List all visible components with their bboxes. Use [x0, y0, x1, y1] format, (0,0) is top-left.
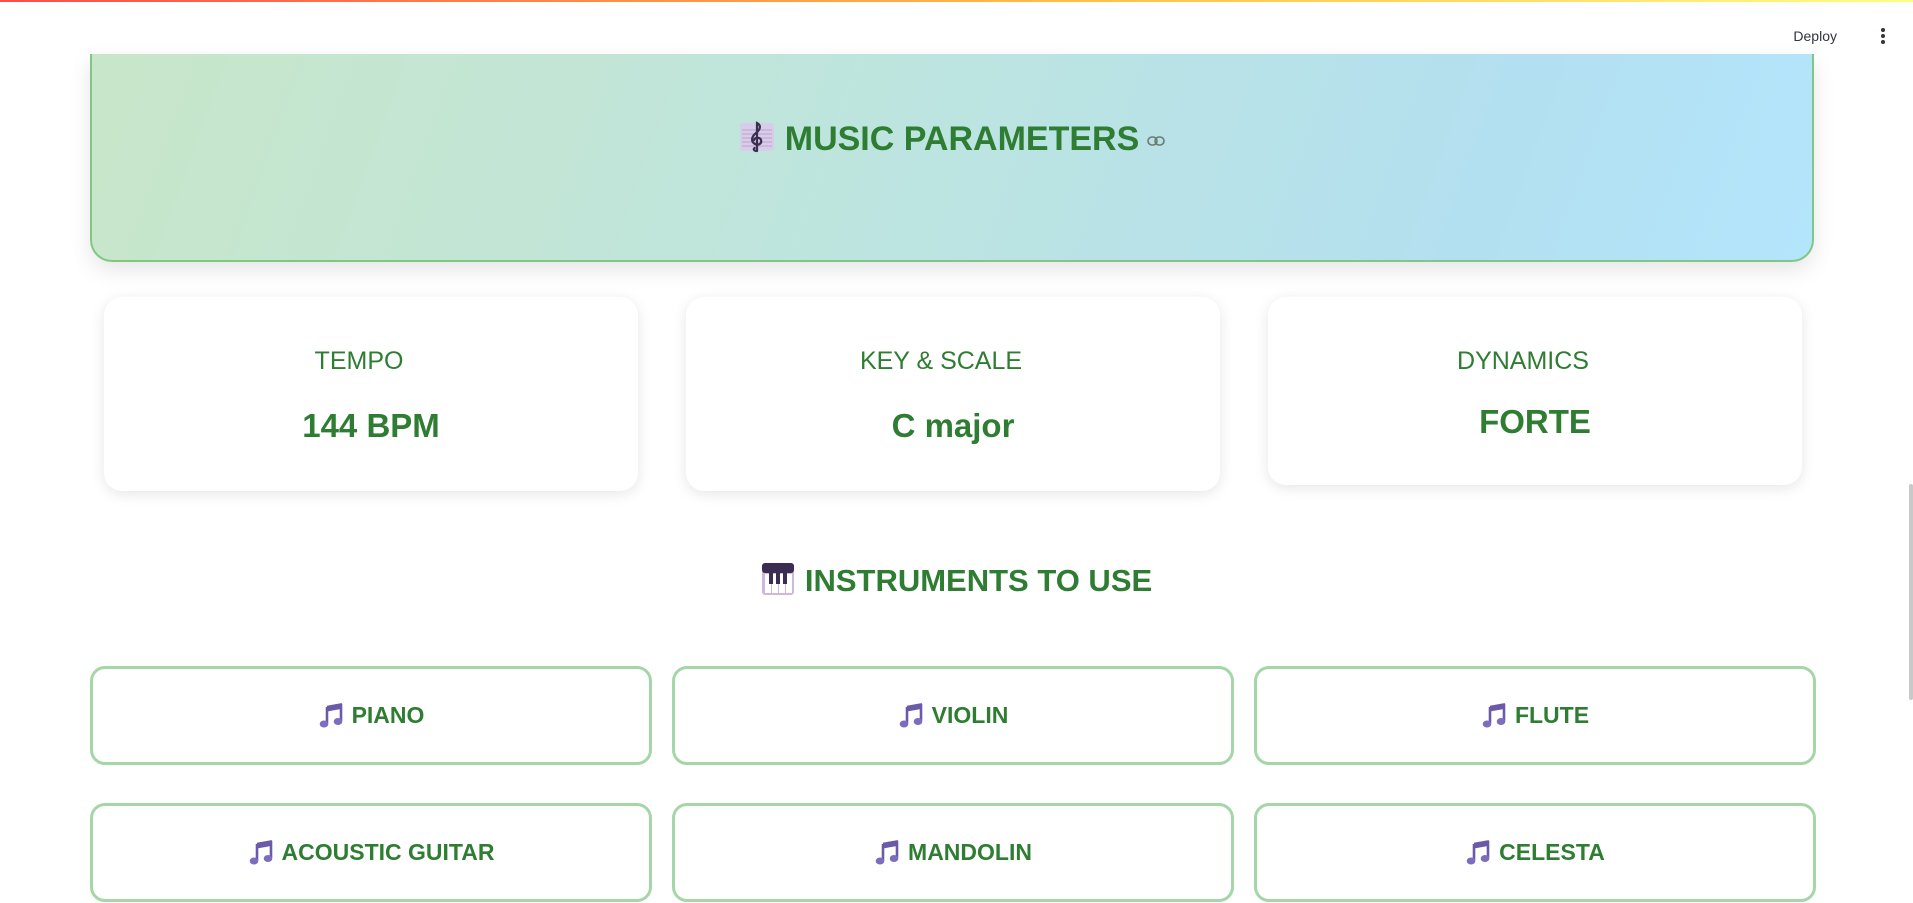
- hero-title-text: MUSIC PARAMETERS: [784, 120, 1140, 158]
- instrument-card-flute[interactable]: FLUTE: [1254, 666, 1816, 765]
- param-value: 144 BPM: [302, 407, 440, 444]
- musical-notes-icon: [1481, 703, 1507, 729]
- param-value: FORTE: [1479, 403, 1591, 440]
- piano-keyboard-icon: [761, 562, 795, 596]
- instrument-card-violin[interactable]: VIOLIN: [672, 666, 1234, 765]
- instruments-section-title: INSTRUMENTS TO USE: [0, 562, 1913, 599]
- page-scrollbar[interactable]: [1909, 484, 1913, 700]
- musical-notes-icon: [318, 703, 344, 729]
- instrument-name: CELESTA: [1499, 839, 1605, 865]
- param-value: C major: [891, 407, 1015, 444]
- page-title: MUSIC PARAMETERS: [92, 116, 1812, 159]
- instrument-name: FLUTE: [1514, 702, 1590, 728]
- instrument-name: ACOUSTIC GUITAR: [281, 839, 495, 865]
- musical-score-icon: [739, 120, 775, 154]
- instrument-card-acoustic-guitar[interactable]: ACOUSTIC GUITAR: [90, 803, 652, 902]
- kebab-menu-icon[interactable]: [1879, 26, 1887, 46]
- instruments-title-text: INSTRUMENTS TO USE: [804, 563, 1153, 598]
- musical-notes-icon: [1465, 840, 1491, 866]
- instrument-name: PIANO: [351, 702, 425, 728]
- instrument-card-piano[interactable]: PIANO: [90, 666, 652, 765]
- music-parameters-banner: MUSIC PARAMETERS: [90, 54, 1814, 262]
- musical-notes-icon: [874, 840, 900, 866]
- instrument-card-mandolin[interactable]: MANDOLIN: [672, 803, 1234, 902]
- param-label: DYNAMICS: [1457, 347, 1589, 375]
- link-icon[interactable]: [1147, 116, 1166, 146]
- instrument-name: VIOLIN: [931, 702, 1009, 728]
- param-card-tempo: TEMPO 144 BPM: [104, 297, 638, 491]
- instrument-name: MANDOLIN: [908, 839, 1032, 865]
- param-label: TEMPO: [314, 347, 404, 375]
- param-card-key: KEY & SCALE C major: [686, 297, 1220, 491]
- instrument-card-celesta[interactable]: CELESTA: [1254, 803, 1816, 902]
- musical-notes-icon: [898, 703, 924, 729]
- param-label: KEY & SCALE: [859, 347, 1023, 375]
- musical-notes-icon: [248, 840, 274, 866]
- deploy-button[interactable]: Deploy: [1789, 24, 1841, 48]
- param-card-dynamics: DYNAMICS FORTE: [1268, 297, 1802, 485]
